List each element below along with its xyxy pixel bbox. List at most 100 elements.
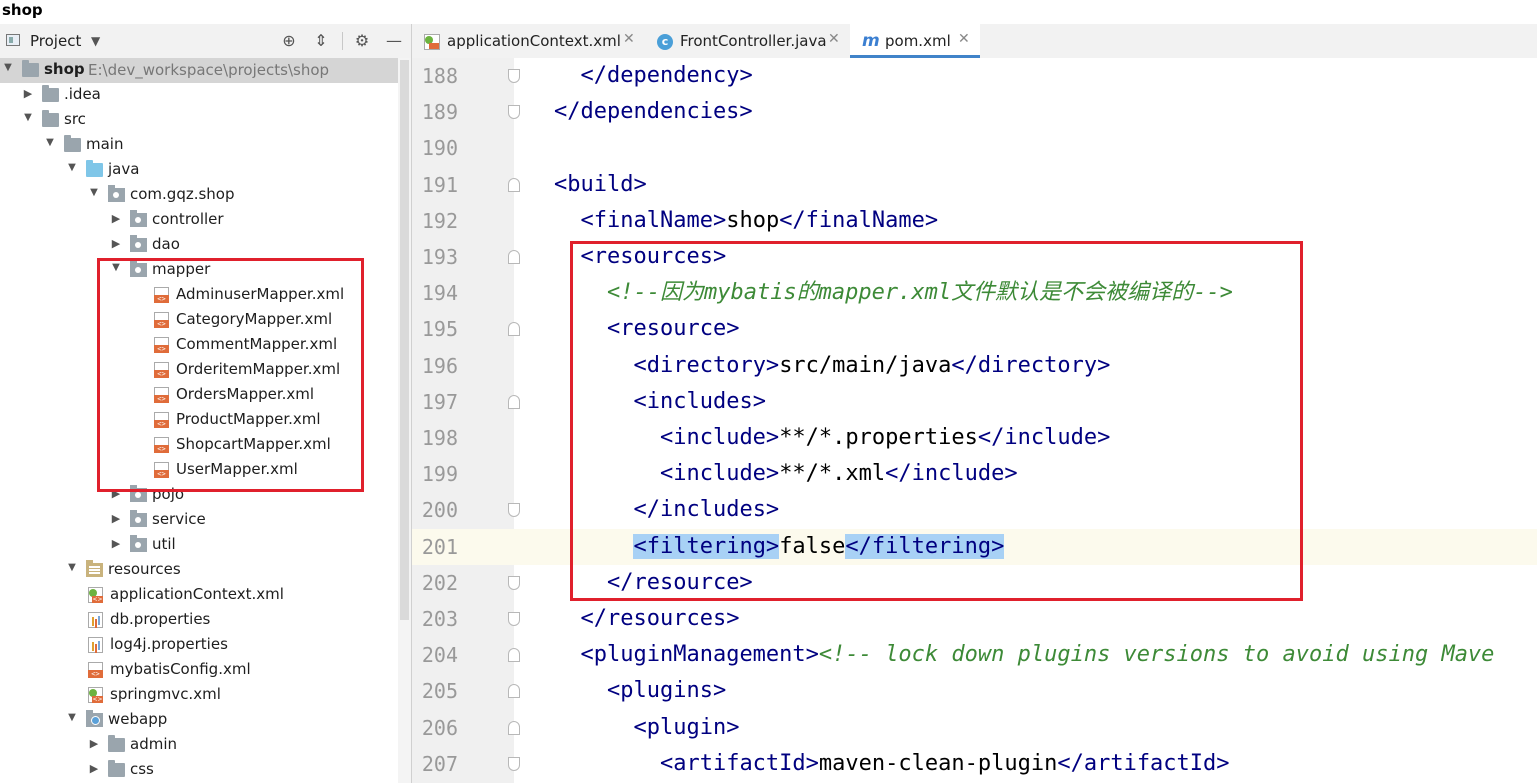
expanded-arrow-icon[interactable]: ▼: [66, 712, 78, 723]
collapsed-arrow-icon[interactable]: ▶: [22, 87, 34, 100]
tree-item[interactable]: ShopcartMapper.xml: [0, 433, 398, 458]
tree-item[interactable]: UserMapper.xml: [0, 458, 398, 483]
tree-item-label: java: [108, 160, 140, 178]
fold-marker-icon[interactable]: [508, 684, 520, 699]
package-icon: [130, 510, 147, 527]
collapsed-arrow-icon[interactable]: ▶: [110, 537, 122, 550]
code-line[interactable]: 201 <filtering>false</filtering>: [412, 528, 1537, 565]
expanded-arrow-icon[interactable]: ▼: [66, 162, 78, 173]
code-line[interactable]: 196 <directory>src/main/java</directory>: [412, 348, 1537, 384]
fold-marker-icon[interactable]: [508, 177, 520, 192]
tree-item[interactable]: ▶ dao: [0, 233, 398, 258]
tree-item[interactable]: ▶ util: [0, 533, 398, 558]
code-line[interactable]: 206 <plugin>: [412, 710, 1537, 746]
code-text: <include>**/*.xml</include>: [659, 461, 1018, 487]
expanded-arrow-icon[interactable]: ▼: [88, 187, 100, 198]
tree-item[interactable]: applicationContext.xml: [0, 583, 398, 608]
tree-item[interactable]: ▼ webapp: [0, 708, 398, 733]
gear-icon[interactable]: ⚙: [351, 30, 373, 52]
tree-item[interactable]: ▶ service: [0, 508, 398, 533]
code-line[interactable]: 190: [412, 130, 1537, 166]
code-line[interactable]: 198 <include>**/*.properties</include>: [412, 420, 1537, 456]
code-line[interactable]: 193 <resources>: [412, 239, 1537, 275]
collapsed-arrow-icon[interactable]: ▶: [110, 237, 122, 250]
tree-item-label: UserMapper.xml: [176, 460, 298, 478]
project-view-selector[interactable]: Project: [30, 32, 81, 50]
fold-marker-icon[interactable]: [508, 648, 520, 663]
close-icon[interactable]: ✕: [958, 31, 970, 47]
fold-marker-icon[interactable]: [508, 612, 520, 626]
locate-file-icon[interactable]: ⊕: [278, 30, 300, 52]
tree-item[interactable]: OrderitemMapper.xml: [0, 358, 398, 383]
code-line[interactable]: 200 </includes>: [412, 492, 1537, 528]
fold-marker-icon[interactable]: [508, 69, 520, 83]
tree-item[interactable]: AdminuserMapper.xml: [0, 283, 398, 308]
code-line[interactable]: 205 <plugins>: [412, 673, 1537, 709]
code-line[interactable]: 199 <include>**/*.xml</include>: [412, 456, 1537, 492]
fold-marker-icon[interactable]: [508, 105, 520, 120]
expanded-arrow-icon[interactable]: ▼: [44, 137, 56, 148]
line-number: 201: [421, 534, 458, 559]
tree-item[interactable]: springmvc.xml: [0, 683, 398, 708]
collapse-all-icon[interactable]: ⇕: [310, 30, 332, 52]
expanded-arrow-icon[interactable]: ▼: [110, 262, 122, 273]
chevron-down-icon[interactable]: ▼: [91, 34, 100, 48]
code-line[interactable]: 194 <!--因为mybatis的mapper.xml文件默认是不会被编译的-…: [412, 275, 1537, 311]
spring-xml-file-icon: [88, 687, 103, 703]
close-icon[interactable]: ✕: [623, 31, 635, 47]
code-line[interactable]: 188 </dependency>: [412, 58, 1537, 94]
tree-item[interactable]: ▼ resources: [0, 558, 398, 583]
fold-marker-icon[interactable]: [508, 720, 520, 735]
tree-item[interactable]: mybatisConfig.xml: [0, 658, 398, 683]
code-line[interactable]: 189 </dependencies>: [412, 94, 1537, 130]
code-line[interactable]: 203 </resources>: [412, 601, 1537, 637]
hide-panel-icon[interactable]: —: [383, 30, 405, 52]
tree-item[interactable]: ▶ controller: [0, 208, 398, 233]
tree-scrollbar-thumb[interactable]: [400, 60, 409, 620]
editor-tab[interactable]: applicationContext.xml ✕: [412, 24, 645, 58]
collapsed-arrow-icon[interactable]: ▶: [110, 212, 122, 225]
tree-item[interactable]: CommentMapper.xml: [0, 333, 398, 358]
tree-item[interactable]: ▶ css: [0, 758, 398, 783]
tree-item[interactable]: ▼ src: [0, 108, 398, 133]
code-line[interactable]: 202 </resource>: [412, 565, 1537, 601]
tree-item[interactable]: ▼ shop E:\dev_workspace\projects\shop: [0, 58, 398, 83]
close-icon[interactable]: ✕: [828, 31, 840, 47]
code-line[interactable]: 207 <artifactId>maven-clean-plugin</arti…: [412, 746, 1537, 782]
fold-marker-icon[interactable]: [508, 756, 520, 771]
tree-item[interactable]: ▼ main: [0, 133, 398, 158]
folder-icon: [108, 760, 125, 777]
fold-marker-icon[interactable]: [508, 575, 520, 590]
tree-item[interactable]: CategoryMapper.xml: [0, 308, 398, 333]
line-number: 192: [421, 208, 458, 233]
tree-item[interactable]: ▼ java: [0, 158, 398, 183]
editor-tab[interactable]: m pom.xml ✕: [850, 24, 980, 58]
code-line[interactable]: 197 <includes>: [412, 384, 1537, 420]
editor-tab[interactable]: c FrontController.java ✕: [645, 24, 850, 58]
expanded-arrow-icon[interactable]: ▼: [2, 62, 14, 73]
code-line[interactable]: 204 <pluginManagement><!-- lock down plu…: [412, 637, 1537, 673]
collapsed-arrow-icon[interactable]: ▶: [88, 762, 100, 775]
fold-marker-icon[interactable]: [508, 503, 520, 518]
tree-item[interactable]: ▶ pojo: [0, 483, 398, 508]
expanded-arrow-icon[interactable]: ▼: [22, 112, 34, 123]
tree-item[interactable]: ▼ com.gqz.shop: [0, 183, 398, 208]
code-text: <pluginManagement><!-- lock down plugins…: [580, 642, 1495, 668]
tree-item[interactable]: OrdersMapper.xml: [0, 383, 398, 408]
tree-item[interactable]: ▼ mapper: [0, 258, 398, 283]
collapsed-arrow-icon[interactable]: ▶: [110, 487, 122, 500]
tree-item[interactable]: ▶ admin: [0, 733, 398, 758]
code-line[interactable]: 192 <finalName>shop</finalName>: [412, 203, 1537, 239]
collapsed-arrow-icon[interactable]: ▶: [88, 737, 100, 750]
fold-marker-icon[interactable]: [508, 250, 520, 264]
code-line[interactable]: 195 <resource>: [412, 311, 1537, 347]
collapsed-arrow-icon[interactable]: ▶: [110, 512, 122, 525]
expanded-arrow-icon[interactable]: ▼: [66, 562, 78, 573]
tree-item[interactable]: log4j.properties: [0, 633, 398, 658]
fold-marker-icon[interactable]: [508, 322, 520, 337]
fold-marker-icon[interactable]: [508, 394, 520, 409]
tree-item[interactable]: db.properties: [0, 608, 398, 633]
code-line[interactable]: 191 <build>: [412, 167, 1537, 203]
tree-item[interactable]: ProductMapper.xml: [0, 408, 398, 433]
tree-item[interactable]: ▶ .idea: [0, 83, 398, 108]
